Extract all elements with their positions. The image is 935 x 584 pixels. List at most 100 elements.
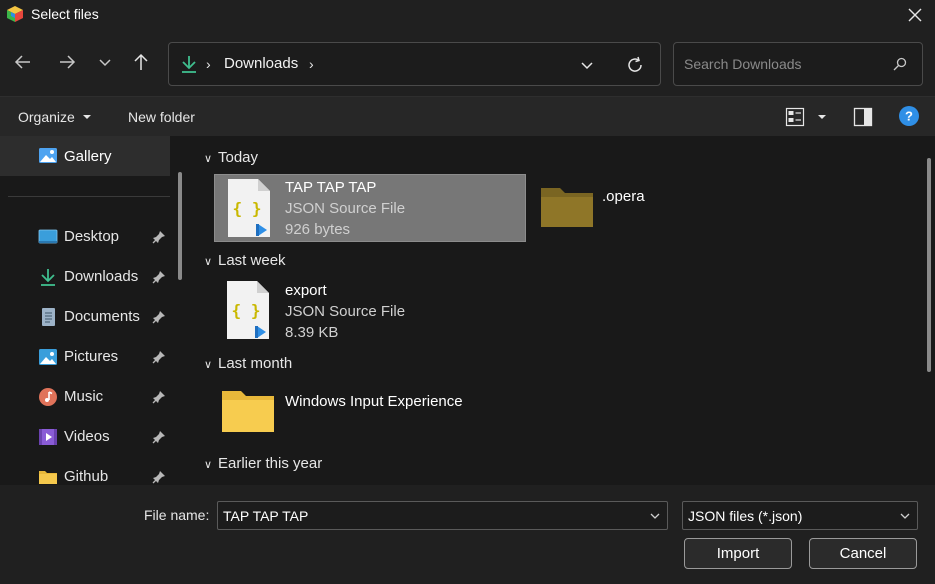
breadcrumb-separator-icon: › — [206, 56, 211, 72]
sidebar-item-downloads[interactable]: Downloads — [0, 258, 170, 294]
pin-icon[interactable] — [152, 470, 166, 484]
app-logo-icon — [7, 6, 23, 22]
caret-down-icon[interactable] — [83, 115, 91, 119]
pin-icon[interactable] — [152, 350, 166, 364]
file-name-value: TAP TAP TAP — [223, 508, 309, 524]
address-bar[interactable]: › Downloads › — [168, 42, 661, 86]
file-name: Windows Input Experience — [285, 393, 463, 410]
folder-item-opera[interactable]: .opera — [536, 178, 716, 238]
search-input[interactable]: Search Downloads — [673, 42, 923, 86]
new-folder-button[interactable]: New folder — [128, 109, 195, 125]
chevron-down-icon — [99, 59, 111, 67]
pin-icon[interactable] — [152, 430, 166, 444]
file-size: 8.39 KB — [285, 324, 339, 341]
command-bar: Organize New folder — [0, 96, 935, 136]
sidebar-item-label: Gallery — [64, 148, 112, 165]
folder-icon — [39, 471, 57, 484]
chevron-down-icon: ∨ — [204, 359, 213, 371]
breadcrumb-location[interactable]: Downloads — [224, 55, 298, 72]
navigation-bar: › Downloads › Search Downloads — [0, 30, 935, 96]
up-button[interactable] — [129, 50, 153, 74]
sidebar-divider — [8, 196, 170, 197]
dialog-footer: File name: TAP TAP TAP JSON files (*.jso… — [0, 485, 935, 584]
chevron-down-icon[interactable] — [579, 57, 595, 73]
file-type-select[interactable]: JSON files (*.json) — [682, 501, 918, 530]
group-header-label: Earlier this year — [218, 455, 323, 472]
group-header-last-week[interactable]: ∨ Last week — [204, 252, 286, 269]
file-type-value: JSON files (*.json) — [688, 508, 803, 524]
file-name-label: File name: — [144, 507, 210, 523]
group-header-label: Last week — [218, 252, 286, 269]
file-name: TAP TAP TAP — [285, 179, 377, 196]
downloads-icon — [182, 56, 196, 73]
chevron-down-icon[interactable] — [649, 510, 661, 522]
pin-icon[interactable] — [152, 270, 166, 284]
pin-icon[interactable] — [152, 390, 166, 404]
recent-locations-button[interactable] — [93, 50, 117, 74]
music-icon — [39, 388, 57, 406]
forward-button[interactable] — [55, 50, 79, 74]
cancel-button[interactable]: Cancel — [809, 538, 917, 569]
file-size: 926 bytes — [285, 221, 351, 238]
desktop-icon — [38, 229, 58, 244]
file-type: JSON Source File — [285, 303, 406, 320]
videos-icon — [39, 429, 57, 445]
sidebar-item-label: Desktop — [64, 228, 120, 245]
refresh-icon[interactable] — [625, 55, 645, 75]
sidebar-item-label: Documents — [64, 308, 140, 325]
file-item-export[interactable]: { } export JSON Source File 8.39 KB — [214, 277, 526, 345]
chevron-down-icon: ∨ — [204, 459, 213, 471]
import-button[interactable]: Import — [684, 538, 792, 569]
sidebar-item-label: Videos — [64, 428, 110, 445]
file-name: .opera — [602, 188, 645, 205]
svg-text:{ }: { } — [232, 301, 261, 320]
pictures-icon — [39, 349, 57, 365]
preview-pane-icon[interactable] — [853, 107, 873, 127]
sidebar-item-music[interactable]: Music — [0, 378, 170, 414]
svg-text:{ }: { } — [233, 199, 262, 218]
view-options-icon[interactable] — [785, 107, 805, 127]
group-header-label: Today — [218, 149, 259, 166]
chevron-down-icon — [900, 513, 910, 519]
search-placeholder: Search Downloads — [684, 56, 802, 72]
sidebar-item-gallery[interactable]: Gallery — [0, 136, 170, 176]
file-list-scrollbar[interactable] — [927, 158, 931, 372]
sidebar-item-documents[interactable]: Documents — [0, 298, 170, 334]
sidebar-item-desktop[interactable]: Desktop — [0, 218, 170, 254]
arrow-up-icon — [134, 53, 148, 70]
gallery-icon — [39, 148, 57, 163]
documents-icon — [42, 308, 55, 326]
json-file-icon: { } — [227, 281, 269, 339]
file-item-tap-tap-tap[interactable]: { } TAP TAP TAP JSON Source File 926 byt… — [214, 174, 526, 242]
file-list: ∨ Today { } TAP TAP TAP JSON Source File … — [196, 136, 935, 485]
svg-text:?: ? — [905, 109, 913, 124]
group-header-label: Last month — [218, 355, 293, 372]
view-caret-icon[interactable] — [818, 115, 826, 119]
sidebar-scrollbar[interactable] — [178, 172, 182, 280]
json-file-icon: { } — [228, 179, 270, 237]
back-button[interactable] — [11, 50, 35, 74]
folder-item-windows-input-experience[interactable]: Windows Input Experience — [214, 380, 526, 440]
downloads-icon — [41, 269, 55, 286]
file-name: export — [285, 282, 327, 299]
help-icon[interactable]: ? — [899, 106, 919, 126]
group-header-today[interactable]: ∨ Today — [204, 149, 258, 166]
chevron-down-icon: ∨ — [204, 153, 213, 165]
chevron-down-icon: ∨ — [204, 256, 213, 268]
window-title: Select files — [31, 6, 99, 22]
group-header-last-month[interactable]: ∨ Last month — [204, 355, 292, 372]
group-header-earlier-this-year[interactable]: ∨ Earlier this year — [204, 455, 322, 472]
sidebar-item-videos[interactable]: Videos — [0, 418, 170, 454]
pin-icon[interactable] — [152, 310, 166, 324]
folder-icon — [222, 391, 274, 432]
sidebar-item-pictures[interactable]: Pictures — [0, 338, 170, 374]
navigation-pane: Gallery Desktop Downloads Documents Pict… — [0, 136, 186, 485]
pin-icon[interactable] — [152, 230, 166, 244]
close-icon[interactable] — [904, 4, 926, 26]
folder-icon — [541, 188, 593, 227]
search-icon — [893, 57, 907, 71]
breadcrumb-chevron-icon[interactable]: › — [309, 56, 314, 72]
file-name-input[interactable]: TAP TAP TAP — [217, 501, 668, 530]
organize-menu[interactable]: Organize — [18, 109, 75, 125]
file-type: JSON Source File — [285, 200, 406, 217]
